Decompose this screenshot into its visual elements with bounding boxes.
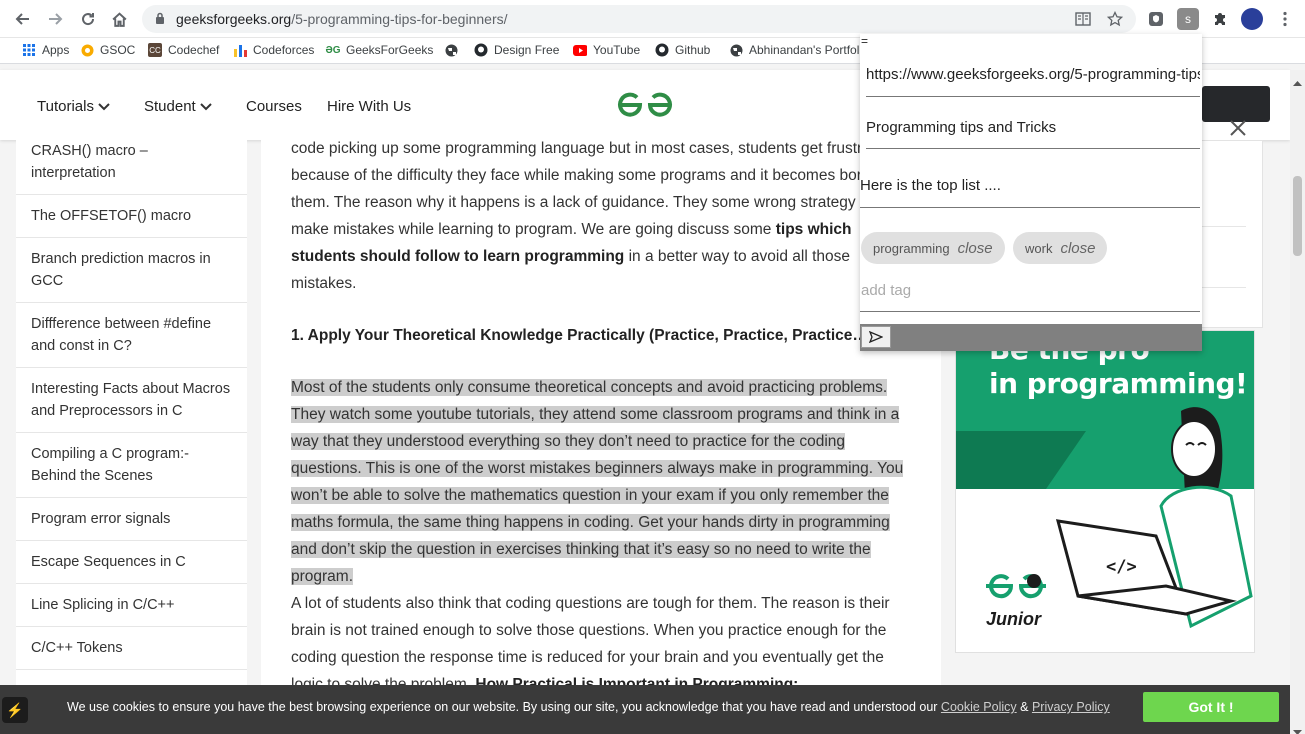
globe-icon bbox=[729, 43, 743, 57]
gfg-logo[interactable] bbox=[617, 90, 673, 125]
chevron-down-icon bbox=[200, 98, 212, 115]
url-input[interactable]: https://www.geeksforgeeks.org/5-programm… bbox=[866, 66, 1200, 97]
popup-marker: = bbox=[861, 34, 869, 48]
sidebar-item[interactable]: CRASH() macro – interpretation bbox=[16, 140, 247, 195]
url-text: geeksforgeeks.org/5-programming-tips-for… bbox=[176, 11, 508, 27]
got-it-button[interactable]: Got It ! bbox=[1143, 692, 1279, 722]
bookmark-github[interactable]: Github bbox=[655, 43, 710, 57]
sidebar-item[interactable]: Diffference between #define and const in… bbox=[16, 303, 247, 368]
sidebar-item[interactable]: Compiling a C program:- Behind the Scene… bbox=[16, 433, 247, 498]
home-icon[interactable] bbox=[108, 8, 130, 30]
bookmark-extension-popup: = https://www.geeksforgeeks.org/5-progra… bbox=[860, 34, 1202, 351]
youtube-icon bbox=[573, 43, 587, 57]
title-input[interactable]: Programming tips and Tricks bbox=[866, 119, 1200, 149]
gfg-junior-ad[interactable]: Be the pro in programming! </> Junior bbox=[955, 330, 1255, 653]
back-arrow-icon[interactable] bbox=[12, 8, 34, 30]
extensions-puzzle-icon[interactable] bbox=[1209, 8, 1231, 30]
cookie-banner: ⚡ We use cookies to ensure you have the … bbox=[0, 685, 1290, 734]
reload-icon[interactable] bbox=[77, 8, 99, 30]
scroll-up-icon[interactable] bbox=[1293, 73, 1302, 91]
menu-courses[interactable]: Courses bbox=[246, 98, 302, 115]
tag-close-button[interactable]: close bbox=[1060, 240, 1095, 257]
sidebar-item[interactable]: The OFFSETOF() macro bbox=[16, 195, 247, 238]
tag-chip: programming close bbox=[861, 232, 1005, 264]
tag-chip: work close bbox=[1013, 232, 1108, 264]
page-scrollbar[interactable] bbox=[1290, 70, 1305, 734]
bookmark-apps[interactable]: Apps bbox=[22, 43, 69, 57]
tag-close-button[interactable]: close bbox=[958, 240, 993, 257]
sidebar-item[interactable]: C/C++ Tokens bbox=[16, 627, 247, 670]
body-paragraph: A lot of students also think that coding… bbox=[291, 595, 890, 685]
globe-icon bbox=[444, 43, 458, 57]
bookmark-geeksforgeeks[interactable]: ƏG GeeksForGeeks bbox=[325, 43, 433, 57]
extension-shield-icon[interactable] bbox=[1145, 8, 1167, 30]
add-tag-input[interactable]: add tag bbox=[860, 282, 1200, 312]
popup-footer bbox=[860, 324, 1202, 351]
bookmark-globe[interactable] bbox=[444, 43, 458, 57]
browser-toolbar: geeksforgeeks.org/5-programming-tips-for… bbox=[0, 0, 1305, 38]
sign-in-button[interactable] bbox=[1202, 86, 1270, 122]
description-input[interactable]: Here is the top list .... bbox=[860, 177, 1200, 208]
scrollbar-thumb[interactable] bbox=[1293, 176, 1302, 256]
extension-active-icon[interactable]: s bbox=[1177, 8, 1199, 30]
privacy-policy-link[interactable]: Privacy Policy bbox=[1032, 700, 1110, 714]
close-icon[interactable] bbox=[1228, 118, 1248, 138]
codechef-icon: CC bbox=[148, 43, 162, 57]
intro-paragraph: code picking up some programming languag… bbox=[291, 140, 906, 292]
sidebar-item[interactable]: Branch prediction macros in GCC bbox=[16, 238, 247, 303]
left-sidebar: CRASH() macro – interpretation The OFFSE… bbox=[16, 140, 247, 685]
bookmark-codeforces[interactable]: Codeforces bbox=[233, 43, 314, 57]
menu-tutorials[interactable]: Tutorials bbox=[37, 98, 110, 115]
apps-grid-icon bbox=[22, 43, 36, 57]
chevron-down-icon bbox=[98, 98, 110, 115]
bookmark-design-free[interactable]: Design Free bbox=[474, 43, 559, 57]
ad-brand: Junior bbox=[986, 609, 1042, 629]
highlighted-paragraph: Most of the students only consume theore… bbox=[291, 379, 904, 585]
bookmark-youtube[interactable]: YouTube bbox=[573, 43, 640, 57]
bookmark-portfolio[interactable]: Abhinandan's Portfolio bbox=[729, 43, 869, 57]
github-icon bbox=[655, 43, 669, 57]
ad-illustration bbox=[956, 407, 1253, 629]
bookmark-star-icon[interactable] bbox=[1106, 10, 1124, 28]
cookie-policy-link[interactable]: Cookie Policy bbox=[941, 700, 1017, 714]
reader-mode-icon[interactable] bbox=[1074, 10, 1092, 28]
bookmark-gsoc[interactable]: GSOC bbox=[80, 43, 135, 57]
bolt-icon[interactable]: ⚡ bbox=[2, 697, 28, 723]
sidebar-item[interactable]: Interesting Facts about Macros and Prepr… bbox=[16, 368, 247, 433]
sidebar-item[interactable]: Line Splicing in C/C++ bbox=[16, 584, 247, 627]
lock-icon bbox=[155, 12, 165, 30]
codeforces-icon bbox=[233, 43, 247, 57]
kebab-menu-icon[interactable] bbox=[1274, 8, 1296, 30]
gfg-icon: ƏG bbox=[325, 44, 341, 56]
section-heading: 1. Apply Your Theoretical Knowledge Prac… bbox=[291, 327, 874, 344]
ad-code-glyph: </> bbox=[1106, 557, 1137, 577]
github-icon bbox=[474, 43, 488, 57]
sidebar-item[interactable]: Escape Sequences in C bbox=[16, 541, 247, 584]
address-bar[interactable]: geeksforgeeks.org/5-programming-tips-for… bbox=[142, 5, 1136, 33]
cookie-message: We use cookies to ensure you have the be… bbox=[67, 700, 1110, 714]
menu-hire-with-us[interactable]: Hire With Us bbox=[327, 98, 411, 115]
gsoc-icon bbox=[80, 43, 94, 57]
scroll-down-icon[interactable] bbox=[1293, 723, 1302, 734]
bookmark-codechef[interactable]: CC Codechef bbox=[148, 43, 219, 57]
send-icon bbox=[869, 331, 883, 343]
sidebar-item[interactable]: Program error signals bbox=[16, 498, 247, 541]
article-content: code picking up some programming languag… bbox=[261, 140, 941, 685]
profile-avatar[interactable] bbox=[1241, 8, 1263, 30]
send-button[interactable] bbox=[861, 326, 891, 348]
forward-arrow-icon[interactable] bbox=[44, 8, 66, 30]
menu-student[interactable]: Student bbox=[144, 98, 212, 115]
